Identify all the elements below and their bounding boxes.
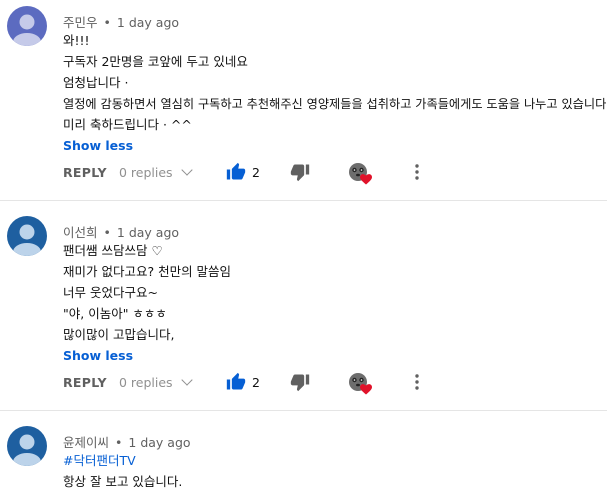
- comment-text-line: 많이많이 고맙습니다,: [63, 327, 175, 342]
- thumbs-down-icon[interactable]: [290, 372, 310, 396]
- meta-separator: •: [103, 15, 111, 30]
- replies-toggle[interactable]: 0 replies: [119, 374, 193, 390]
- meta-separator: •: [103, 225, 111, 240]
- replies-count: 0 replies: [119, 165, 173, 180]
- comment-time[interactable]: 1 day ago: [117, 225, 179, 240]
- thumbs-down-icon[interactable]: [290, 162, 310, 186]
- comment-divider: [0, 410, 607, 411]
- show-less-button[interactable]: Show less: [63, 138, 133, 153]
- reply-button[interactable]: REPLY: [63, 375, 107, 390]
- author-name[interactable]: 이선희: [63, 225, 98, 240]
- author-name[interactable]: 윤제이씨: [63, 435, 109, 450]
- comment-text-line: 열정에 감동하면서 열심히 구독하고 추천해주신 영양제들을 섭취하고 가족들에…: [63, 97, 607, 111]
- comment-text-line: 재미가 없다고요? 천만의 말씀임: [63, 264, 232, 279]
- avatar[interactable]: [7, 216, 47, 256]
- comment-text-line: 구독자 2만명을 코앞에 두고 있네요: [63, 54, 248, 69]
- comment-time[interactable]: 1 day ago: [128, 435, 190, 450]
- avatar[interactable]: [7, 426, 47, 466]
- comment-text-line: 미리 축하드립니다 · ^^: [63, 117, 192, 132]
- like-count: 2: [252, 165, 260, 180]
- creator-heart-icon[interactable]: [347, 371, 373, 399]
- comment-meta: 윤제이씨 • 1 day ago: [63, 432, 191, 450]
- comment-meta: 이선희 • 1 day ago: [63, 222, 179, 240]
- meta-separator: •: [115, 435, 123, 450]
- thumbs-up-icon[interactable]: [226, 162, 246, 186]
- hashtag-link[interactable]: #닥터팬더TV: [63, 452, 136, 470]
- show-less-button[interactable]: Show less: [63, 348, 133, 363]
- creator-heart-icon[interactable]: [347, 161, 373, 189]
- comment-text-line: 너무 웃었다구요~: [63, 285, 158, 300]
- thumbs-up-icon[interactable]: [226, 372, 246, 396]
- replies-toggle[interactable]: 0 replies: [119, 164, 193, 180]
- comment-text-line: "야, 이놈아" ㅎㅎㅎ: [63, 306, 167, 321]
- comment-text-line: 팬더쌤 쓰담쓰담 ♡: [63, 243, 163, 258]
- comment-text-line: 와!!!: [63, 33, 90, 48]
- like-count: 2: [252, 375, 260, 390]
- comment-meta: 주민우 • 1 day ago: [63, 12, 179, 30]
- comment-divider: [0, 200, 607, 201]
- comment-text-line: 항상 잘 보고 있습니다.: [63, 474, 183, 489]
- chevron-down-icon: [180, 164, 193, 176]
- avatar[interactable]: [7, 6, 47, 46]
- more-vertical-icon[interactable]: [409, 372, 425, 396]
- comment-text-line: 엄청납니다 ·: [63, 75, 129, 90]
- replies-count: 0 replies: [119, 375, 173, 390]
- chevron-down-icon: [180, 374, 193, 386]
- more-vertical-icon[interactable]: [409, 162, 425, 186]
- author-name[interactable]: 주민우: [63, 15, 98, 30]
- reply-button[interactable]: REPLY: [63, 165, 107, 180]
- comment-time[interactable]: 1 day ago: [117, 15, 179, 30]
